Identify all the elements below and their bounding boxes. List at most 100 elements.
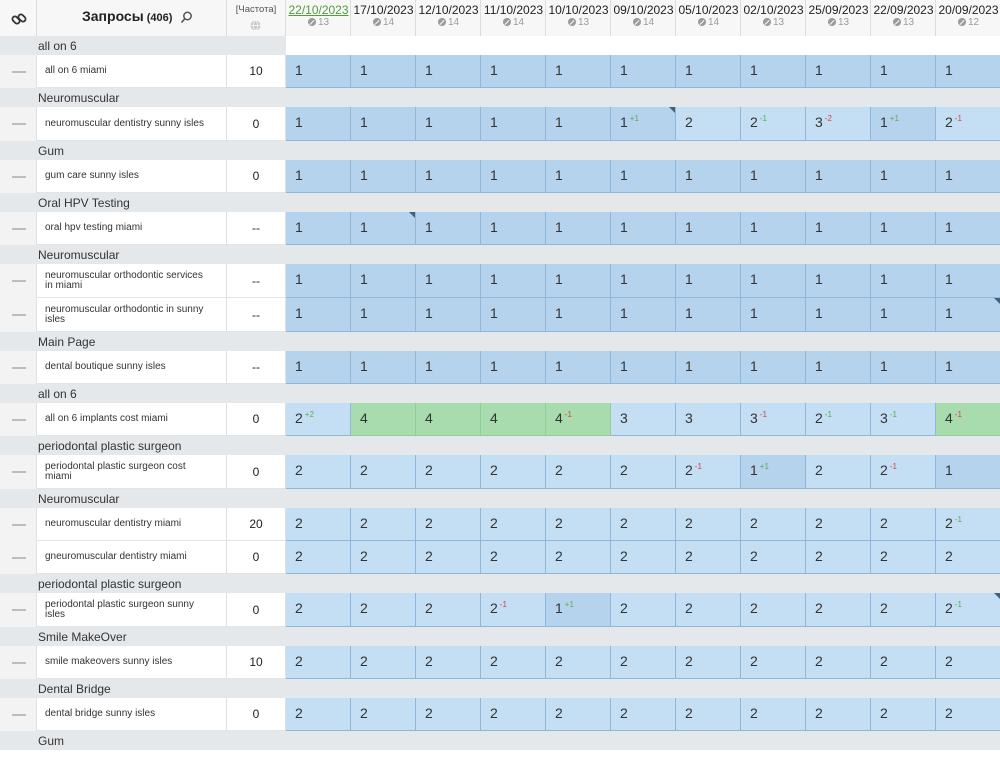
position-cell[interactable]: 1 [806, 351, 871, 384]
position-cell[interactable]: 2 [871, 646, 936, 679]
keyword-cell[interactable]: dental bridge sunny isles [37, 698, 227, 731]
position-cell[interactable]: 4 [481, 403, 546, 436]
row-collapse-button[interactable] [0, 55, 37, 88]
position-cell[interactable]: 1 [806, 55, 871, 88]
position-cell[interactable]: 1 [871, 264, 936, 298]
position-cell[interactable]: 2 [611, 593, 676, 627]
position-cell[interactable]: 1 [546, 212, 611, 245]
position-cell[interactable]: 1 [546, 264, 611, 298]
position-cell[interactable]: 2 [676, 593, 741, 627]
row-collapse-button[interactable] [0, 508, 37, 541]
position-cell[interactable]: 1 [611, 351, 676, 384]
position-cell[interactable]: 2 [351, 698, 416, 731]
row-collapse-button[interactable] [0, 107, 37, 141]
position-cell[interactable]: 1 [481, 298, 546, 332]
position-cell[interactable]: 1 [351, 55, 416, 88]
position-cell[interactable]: 1 [416, 351, 481, 384]
position-cell[interactable]: 1 [741, 55, 806, 88]
keyword-cell[interactable]: neuromuscular dentistry sunny isles [37, 107, 227, 141]
date-column-header[interactable]: 22/09/2023 13 [871, 0, 936, 36]
position-cell[interactable]: 1 [676, 212, 741, 245]
date-label[interactable]: 22/10/2023 [286, 3, 351, 17]
position-cell[interactable]: 2 [806, 593, 871, 627]
position-cell[interactable]: 1 +1 [741, 455, 806, 489]
position-cell[interactable]: 2 [806, 541, 871, 574]
position-cell[interactable]: 1 [416, 264, 481, 298]
position-cell[interactable]: 2 [871, 541, 936, 574]
position-cell[interactable]: 2 [481, 698, 546, 731]
date-label[interactable]: 25/09/2023 [806, 3, 871, 17]
date-label[interactable]: 09/10/2023 [611, 3, 676, 17]
row-collapse-button[interactable] [0, 212, 37, 245]
position-cell[interactable]: 1 [936, 160, 1000, 193]
frequency-column-header[interactable]: [Частота] [227, 0, 286, 36]
keyword-cell[interactable]: neuromuscular orthodontic services in mi… [37, 264, 227, 298]
position-cell[interactable]: 2 [546, 646, 611, 679]
position-cell[interactable]: 1 [676, 160, 741, 193]
position-cell[interactable]: 2 [611, 508, 676, 541]
position-cell[interactable]: 4 [416, 403, 481, 436]
position-cell[interactable]: 1 [416, 160, 481, 193]
position-cell[interactable]: 3 -1 [741, 403, 806, 436]
position-cell[interactable]: 1 [416, 298, 481, 332]
position-cell[interactable]: 2 [741, 508, 806, 541]
date-column-header[interactable]: 25/09/2023 13 [806, 0, 871, 36]
position-cell[interactable]: 1 [741, 351, 806, 384]
keyword-cell[interactable]: oral hpv testing miami [37, 212, 227, 245]
position-cell[interactable]: 2 [351, 541, 416, 574]
position-cell[interactable]: 1 [351, 160, 416, 193]
position-cell[interactable]: 2 -1 [871, 455, 936, 489]
position-cell[interactable]: 1 [936, 264, 1000, 298]
position-cell[interactable]: 2 [286, 508, 351, 541]
position-cell[interactable]: 2 [416, 455, 481, 489]
position-cell[interactable]: 2 -1 [741, 107, 806, 141]
date-column-header[interactable]: 02/10/2023 13 [741, 0, 806, 36]
date-column-header[interactable]: 20/09/2023 12 [936, 0, 1000, 36]
position-cell[interactable]: 2 [676, 541, 741, 574]
position-cell[interactable]: 2 [416, 593, 481, 627]
row-collapse-button[interactable] [0, 646, 37, 679]
position-cell[interactable]: 1 [611, 264, 676, 298]
date-label[interactable]: 22/09/2023 [871, 3, 936, 17]
position-cell[interactable]: 1 [286, 351, 351, 384]
position-cell[interactable]: 1 [806, 298, 871, 332]
position-cell[interactable]: 4 -1 [546, 403, 611, 436]
position-cell[interactable]: 1 [351, 351, 416, 384]
position-cell[interactable]: 2 [806, 455, 871, 489]
position-cell[interactable]: 2 [806, 646, 871, 679]
keyword-cell[interactable]: gneuromuscular dentistry miami [37, 541, 227, 574]
row-collapse-button[interactable] [0, 298, 37, 332]
position-cell[interactable]: 1 [676, 55, 741, 88]
row-collapse-button[interactable] [0, 403, 37, 436]
date-column-header[interactable]: 05/10/2023 14 [676, 0, 741, 36]
position-cell[interactable]: 1 [871, 160, 936, 193]
position-cell[interactable]: 2 [936, 541, 1000, 574]
position-cell[interactable]: 1 [806, 160, 871, 193]
position-cell[interactable]: 1 [611, 212, 676, 245]
row-collapse-button[interactable] [0, 160, 37, 193]
position-cell[interactable]: 1 [936, 298, 1000, 332]
date-column-header[interactable]: 10/10/2023 13 [546, 0, 611, 36]
position-cell[interactable]: 2 [546, 508, 611, 541]
position-cell[interactable]: 2 -1 [676, 455, 741, 489]
row-collapse-button[interactable] [0, 541, 37, 574]
keyword-cell[interactable]: dental boutique sunny isles [37, 351, 227, 384]
position-cell[interactable]: 2 [611, 455, 676, 489]
position-cell[interactable]: 1 [676, 351, 741, 384]
keyword-cell[interactable]: periodontal plastic surgeon cost miami [37, 455, 227, 489]
row-collapse-button[interactable] [0, 351, 37, 384]
position-cell[interactable]: 2 [351, 593, 416, 627]
keyword-cell[interactable]: gum care sunny isles [37, 160, 227, 193]
position-cell[interactable]: 1 [546, 298, 611, 332]
position-cell[interactable]: 2 [936, 646, 1000, 679]
position-cell[interactable]: 4 -1 [936, 403, 1000, 436]
position-cell[interactable]: 1 [286, 298, 351, 332]
position-cell[interactable]: 2 [806, 698, 871, 731]
position-cell[interactable]: 2 -1 [806, 403, 871, 436]
position-cell[interactable]: 3 -2 [806, 107, 871, 141]
position-cell[interactable]: 1 [871, 351, 936, 384]
position-cell[interactable]: 2 [611, 541, 676, 574]
position-cell[interactable]: 2 [286, 593, 351, 627]
link-icon[interactable] [9, 9, 29, 29]
position-cell[interactable]: 2 [286, 455, 351, 489]
